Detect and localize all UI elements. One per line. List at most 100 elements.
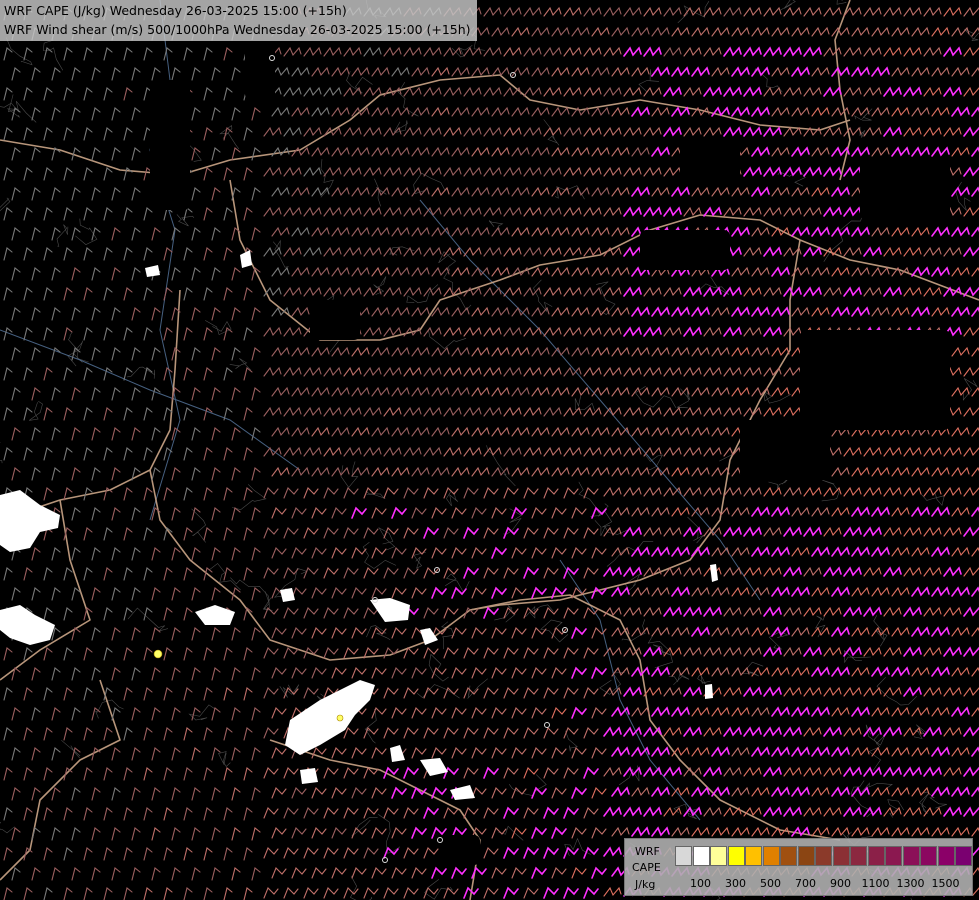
shear-barb	[351, 827, 367, 839]
shear-barb	[83, 447, 93, 461]
shear-barb	[483, 286, 502, 297]
shear-barb	[83, 127, 93, 141]
shear-barb	[931, 106, 950, 117]
shear-barb	[771, 746, 790, 757]
shear-barb	[263, 126, 282, 137]
shear-barb	[843, 86, 862, 97]
shear-barb	[663, 206, 682, 217]
shear-barb	[271, 507, 287, 519]
shear-barb	[683, 46, 702, 57]
shear-barb	[363, 487, 379, 499]
shear-barb	[203, 247, 213, 261]
shear-barb	[531, 747, 547, 759]
shear-barb	[563, 246, 582, 257]
shear-barb	[463, 526, 479, 539]
shear-barb	[423, 847, 439, 859]
shear-barb	[643, 366, 662, 377]
shear-barb	[891, 26, 910, 37]
shear-barb	[411, 426, 430, 437]
shear-barb	[691, 786, 710, 797]
shear-barb	[171, 867, 181, 881]
map-canvas	[0, 0, 979, 900]
legend-swatch	[937, 846, 955, 866]
shear-barb	[223, 247, 233, 261]
shear-barb	[371, 66, 390, 77]
shear-barb	[43, 487, 53, 501]
shear-barb	[503, 406, 522, 417]
shear-barb	[223, 727, 233, 741]
shear-barb	[491, 106, 510, 117]
shear-barb	[671, 546, 690, 557]
shear-barb	[191, 507, 201, 521]
shear-barb	[503, 767, 519, 779]
shear-barb	[143, 647, 153, 661]
shear-barb	[483, 6, 502, 17]
shear-barb	[351, 66, 370, 77]
shear-barb	[763, 486, 782, 497]
shear-barb	[43, 767, 53, 781]
shear-barb	[123, 847, 133, 861]
shear-barb	[151, 587, 161, 601]
shear-barb	[583, 527, 599, 539]
shear-barb	[431, 507, 447, 519]
shear-barb	[691, 586, 710, 597]
shear-barb	[651, 826, 670, 837]
shear-barb	[483, 727, 499, 739]
shear-barb	[303, 126, 322, 137]
shear-barb	[851, 586, 870, 597]
shear-barb	[543, 727, 559, 739]
shear-barb	[551, 547, 567, 559]
shear-barb	[951, 626, 970, 637]
shear-barb	[323, 487, 339, 499]
shear-barb	[663, 726, 682, 737]
shear-barb	[491, 827, 507, 839]
shear-barb	[391, 186, 410, 197]
shear-barb	[63, 567, 73, 581]
shear-barb	[943, 686, 962, 697]
shear-barb	[651, 786, 670, 797]
shear-barb	[343, 607, 359, 619]
shear-barb	[243, 727, 253, 741]
shear-barb	[351, 867, 367, 879]
shear-barb	[543, 206, 562, 217]
shear-barb	[343, 446, 362, 457]
shear-barb	[243, 567, 253, 581]
shear-barb	[863, 6, 882, 17]
shear-barb	[523, 126, 542, 137]
shear-barb	[231, 507, 241, 521]
shear-barb	[71, 427, 81, 441]
shear-barb	[971, 186, 979, 197]
shear-barb	[471, 186, 490, 197]
shear-barb	[583, 46, 602, 57]
shear-barb	[783, 126, 802, 137]
shear-barb	[91, 307, 101, 321]
shear-barb	[303, 807, 319, 819]
shear-barb	[331, 667, 347, 679]
shear-barb	[211, 707, 221, 721]
shear-barb	[311, 266, 330, 277]
shear-barb	[571, 226, 590, 237]
shear-barb	[743, 246, 762, 257]
shear-barb	[831, 26, 850, 37]
shear-barb	[143, 807, 153, 821]
shear-barb	[11, 227, 21, 241]
shear-barb	[11, 747, 21, 761]
shear-barb	[243, 487, 253, 501]
shear-barb	[663, 806, 682, 817]
shear-barb	[943, 6, 962, 17]
shear-barb	[723, 6, 742, 17]
shear-barb	[211, 67, 221, 81]
shear-barb	[611, 66, 630, 77]
shear-barb	[691, 186, 710, 197]
shear-barb	[751, 66, 770, 77]
shear-barb	[151, 67, 161, 81]
shear-barb	[503, 687, 519, 699]
shear-barb	[791, 186, 810, 197]
shear-barb	[931, 506, 950, 517]
shear-barb	[51, 667, 61, 681]
shear-barb	[91, 147, 101, 161]
shear-barb	[763, 166, 782, 177]
shear-barb	[531, 667, 547, 679]
shear-barb	[163, 647, 173, 661]
shear-barb	[931, 826, 950, 837]
